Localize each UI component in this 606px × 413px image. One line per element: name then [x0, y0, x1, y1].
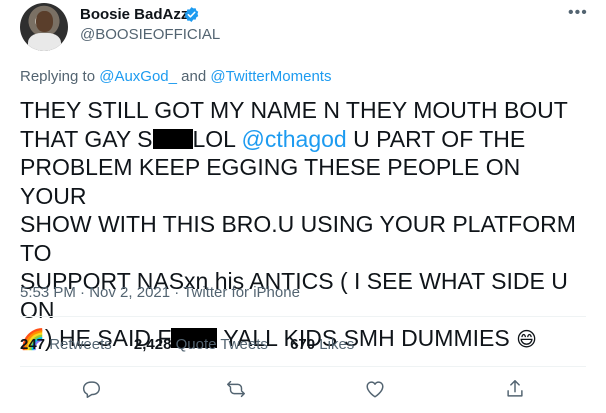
quote-tweets-stat[interactable]: 2,428 Quote Tweets	[134, 336, 268, 353]
replying-prefix: Replying to	[20, 68, 96, 85]
tweet-line: SHOW WITH THIS BRO.U USING YOUR PLATFORM…	[20, 211, 576, 266]
reply-target-link[interactable]: @TwitterMoments	[210, 68, 331, 85]
tweet-stats: 247 Retweets 2,428 Quote Tweets 670 Like…	[20, 336, 372, 353]
avatar[interactable]	[20, 3, 68, 51]
author-name[interactable]: Boosie BadAzz	[80, 6, 188, 23]
avatar-shirt	[28, 33, 61, 51]
tweet-line: THAT GAY S LOL @cthagod U PART OF THE	[20, 125, 526, 152]
retweet-icon[interactable]	[225, 378, 251, 404]
replying-to: Replying to @AuxGod_ and @TwitterMoments	[20, 68, 331, 85]
tweet-text: THEY STILL GOT MY NAME N THEY MOUTH BOUT…	[20, 96, 590, 354]
reply-target-link[interactable]: @AuxGod_	[99, 68, 177, 85]
tweet-source[interactable]: Twitter for iPhone	[183, 284, 300, 301]
like-icon[interactable]	[364, 378, 390, 404]
divider	[20, 366, 586, 367]
grin-emoji: 😄	[516, 327, 537, 351]
tweet-date[interactable]: Nov 2, 2021	[89, 284, 170, 301]
meta-separator: ·	[174, 284, 184, 301]
verified-badge-icon	[184, 7, 199, 22]
meta-separator: ·	[80, 284, 90, 301]
tweet-card: Boosie BadAzz @BOOSIEOFFICIAL ••• Replyi…	[0, 0, 606, 413]
tweet-line: PROBLEM KEEP EGGING THESE PEOPLE ON YOUR	[20, 154, 521, 209]
action-bar	[0, 378, 606, 408]
retweets-stat[interactable]: 247 Retweets	[20, 336, 112, 353]
author-handle[interactable]: @BOOSIEOFFICIAL	[80, 26, 220, 43]
avatar-face	[36, 11, 53, 32]
likes-stat[interactable]: 670 Likes	[290, 336, 354, 353]
tweet-meta: 5:53 PM · Nov 2, 2021 · Twitter for iPho…	[20, 284, 300, 301]
redaction-bar	[152, 128, 193, 149]
more-icon[interactable]: •••	[568, 4, 588, 22]
tweet-line: THEY STILL GOT MY NAME N THEY MOUTH BOUT	[20, 97, 568, 123]
divider	[20, 316, 586, 317]
tweet-time[interactable]: 5:53 PM	[20, 284, 76, 301]
mention-link[interactable]: @cthagod	[242, 126, 347, 152]
reply-icon[interactable]	[80, 378, 106, 404]
share-icon[interactable]	[504, 378, 530, 404]
replying-and: and	[181, 68, 207, 85]
